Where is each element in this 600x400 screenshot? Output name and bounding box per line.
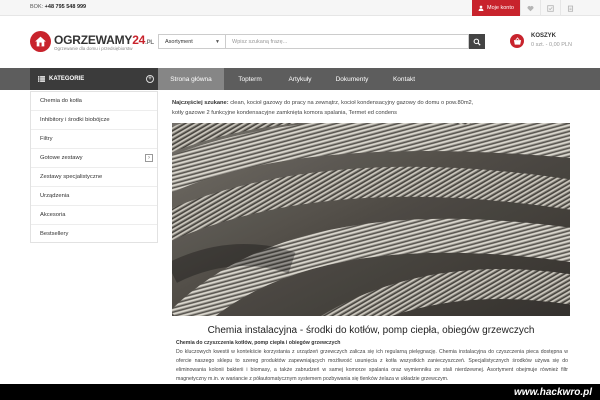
search-category-select[interactable]: Asortyment ▼: [158, 34, 225, 49]
my-account-button[interactable]: Moje konto: [472, 0, 520, 16]
sidebar-item-label: Filtry: [40, 136, 53, 142]
sidebar-item-label: Bestsellery: [40, 231, 69, 237]
corrugated-pipes-photo: [172, 123, 570, 316]
sidebar-item-zestawy-specjalistyczne[interactable]: Zestawy specjalistyczne: [31, 168, 157, 187]
sidebar-item-chemia[interactable]: Chemia do kotła: [31, 92, 157, 111]
popular-searches-line-2[interactable]: kotły gazowe 2 funkcyjne kondensacyjne z…: [172, 110, 397, 116]
page-title: Chemia instalacyjna - środki do kotłów, …: [207, 325, 535, 336]
chevron-right-icon[interactable]: ›: [145, 154, 153, 162]
tab-articles[interactable]: Artykuły: [276, 68, 324, 90]
tab-home[interactable]: Strona główna: [158, 68, 224, 90]
tab-documents[interactable]: Dokumenty: [324, 68, 380, 90]
sidebar-item-bestsellery[interactable]: Bestsellery: [31, 225, 157, 244]
customer-service-phone: BOK: +48 795 548 999: [30, 4, 87, 10]
chevron-down-icon: ▼: [215, 39, 220, 45]
search-button[interactable]: [469, 34, 485, 49]
cart-total: 0 szt. - 0,00 PLN: [531, 42, 572, 48]
watermark-bar: [0, 384, 600, 400]
sidebar-item-urzadzenia[interactable]: Urządzenia: [31, 187, 157, 206]
phone-number[interactable]: +48 795 548 999: [45, 4, 86, 10]
sidebar-item-akcesoria[interactable]: Akcesoria: [31, 206, 157, 225]
sidebar-item-gotowe-zestawy[interactable]: Gotowe zestawy ›: [31, 149, 157, 168]
hero-banner-image[interactable]: [172, 123, 570, 316]
categories-label: KATEGORIE: [49, 76, 85, 82]
cart-button[interactable]: [510, 34, 524, 48]
sidebar-item-label: Akcesoria: [40, 212, 66, 218]
heart-icon: [527, 5, 534, 11]
logo-badge[interactable]: [30, 31, 51, 52]
tab-topterm[interactable]: Topterm: [224, 68, 276, 90]
clipboard-icon: [567, 5, 574, 12]
description-text: Do kluczowych kwestii w kontekście korzy…: [176, 349, 568, 382]
check-square-icon: [547, 4, 554, 12]
sidebar-item-label: Urządzenia: [40, 193, 70, 199]
category-sidebar: Chemia do kotła Inhibitory i środki biob…: [30, 91, 158, 243]
basket-icon: [513, 36, 521, 45]
search-icon: [473, 38, 481, 46]
section-subtitle: Chemia do czyszczenia kotłów, pomp ciepł…: [176, 340, 341, 346]
popular-searches-label: Najczęściej szukane:: [172, 100, 229, 106]
sidebar-item-label: Chemia do kotła: [40, 98, 82, 104]
notes-button[interactable]: [560, 0, 580, 16]
tab-contact[interactable]: Kontakt: [380, 68, 428, 90]
search-input[interactable]: [225, 34, 469, 49]
sidebar-item-label: Inhibitory i środki biobójcze: [40, 117, 110, 123]
sidebar-item-filtry[interactable]: Filtry: [31, 130, 157, 149]
cart-label[interactable]: KOSZYK: [531, 33, 556, 39]
my-account-label: Moje konto: [487, 5, 514, 11]
user-icon: [478, 5, 484, 11]
list-icon: [38, 76, 45, 82]
compare-button[interactable]: [540, 0, 560, 16]
watermark: www.hackwro.pl: [514, 387, 592, 398]
sidebar-item-label: Gotowe zestawy: [40, 155, 83, 161]
sidebar-item-inhibitory[interactable]: Inhibitory i środki biobójcze: [31, 111, 157, 130]
popular-searches: Najczęściej szukane: clean, kocioł gazow…: [172, 98, 572, 118]
logo-subtitle: Ogrzewanie dla domu i przedsiębiorstw: [54, 46, 133, 51]
house-logo-icon: [35, 36, 46, 47]
popular-searches-line-1[interactable]: clean, kocioł gazowy do pracy na zewnątr…: [230, 100, 473, 106]
expand-icon: +: [146, 75, 154, 83]
categories-toggle[interactable]: KATEGORIE +: [30, 68, 158, 90]
wishlist-button[interactable]: [520, 0, 540, 16]
logo-title[interactable]: OGRZEWAMY24.PL: [54, 33, 154, 47]
sidebar-item-label: Zestawy specjalistyczne: [40, 174, 103, 180]
